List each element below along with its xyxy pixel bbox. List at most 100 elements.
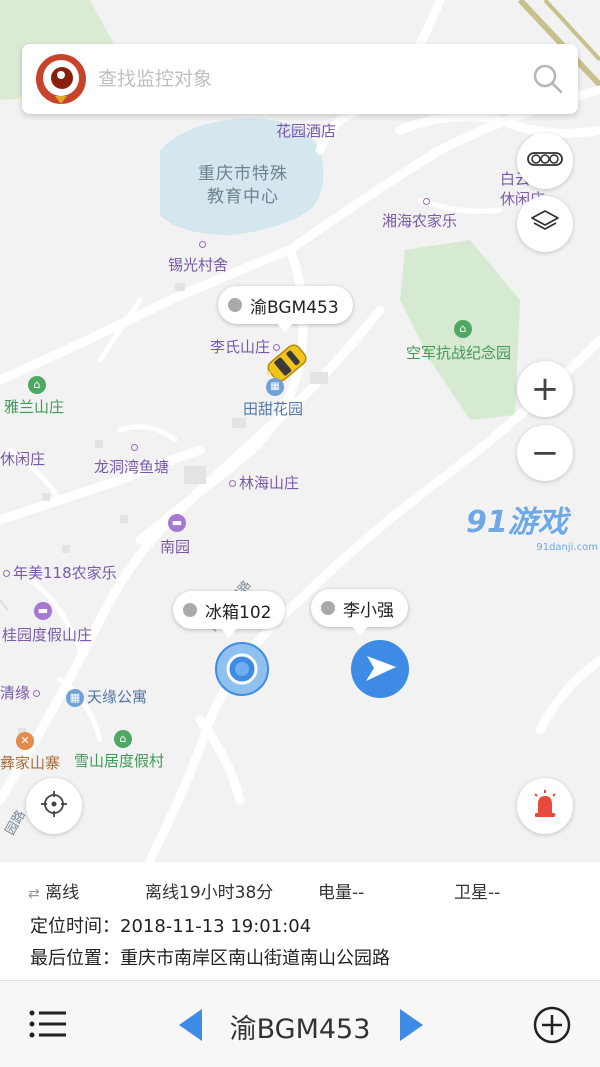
poi-label: 李氏山庄 (210, 338, 271, 356)
poi-yijia: 彝家山寨 ✕ (0, 732, 61, 772)
park-icon: ⌂ (114, 730, 132, 748)
park-icon: ⌂ (28, 376, 46, 394)
status-dot (321, 601, 335, 615)
park-icon: ⌂ (454, 320, 472, 338)
poi-label: 天缘公寓 (87, 688, 148, 706)
zoom-in-button[interactable]: + (517, 361, 573, 417)
traffic-light-icon (527, 151, 563, 171)
search-icon[interactable] (518, 49, 578, 109)
poi-xiguang: 锡光村舍 (168, 241, 229, 274)
offline-duration: 离线19小时38分 (145, 883, 274, 903)
poi-guiyuan: 桂园度假山庄 ▬ (2, 602, 93, 644)
poi-label: 龙洞湾鱼塘 (94, 458, 170, 476)
watermark-domain: 91danji.com (536, 542, 598, 553)
vehicle-label: 渝BGM453 (250, 297, 339, 318)
current-device-name: 渝BGM453 (229, 1014, 371, 1045)
swap-arrows-icon: ⇄ (28, 886, 40, 902)
vehicle-callout-lixiaoqiang[interactable]: 李小强 (311, 589, 408, 636)
locate-me-button[interactable] (26, 778, 82, 834)
search-input[interactable] (98, 68, 518, 90)
last-position-label: 最后位置： (30, 948, 120, 969)
status-dot (183, 603, 197, 617)
bottom-navigation-bar: 渝BGM453 (0, 980, 600, 1067)
hotel-icon: ▬ (168, 514, 186, 532)
poi-xianghai: 湘海农家乐 (382, 198, 458, 230)
map-view[interactable]: 重庆市特殊 教育中心 花园酒店 白云山 休闲庄 湘海农家乐 锡光村舍 李氏山庄 田… (0, 0, 600, 862)
status-dot (228, 298, 242, 312)
connection-status-text: 离线 (45, 883, 80, 903)
poi-label: 空军抗战纪念园 (406, 344, 512, 362)
list-icon (28, 1010, 68, 1045)
poi-tiantian: 田甜花园 (243, 400, 303, 418)
poi-dot-icon (423, 198, 430, 205)
locate-time-value: 2018-11-13 19:01:04 (120, 916, 312, 937)
device-info-panel: ⇄ 离线 离线19小时38分 电量-- 卫星-- 定位时间：2018-11-13… (0, 862, 600, 980)
last-position-row: 最后位置：重庆市南岸区南山街道南山公园路 (30, 944, 390, 970)
siren-icon (530, 789, 560, 823)
navigation-arrow-marker-icon[interactable] (350, 639, 410, 699)
poi-label: 锡光村舍 (168, 256, 229, 274)
poi-nianmei: 年美118农家乐 (0, 564, 117, 582)
poi-label: 花园酒店 (276, 122, 337, 140)
search-bar (22, 44, 578, 114)
app-logo-eye-icon[interactable] (36, 54, 86, 104)
building-icon: ▦ (66, 688, 84, 707)
layers-button[interactable] (517, 196, 573, 252)
restaurant-icon: ✕ (16, 732, 34, 750)
vehicle-callout-bgm453[interactable]: 渝BGM453 (218, 286, 353, 333)
triangle-right-icon (396, 1009, 426, 1047)
watermark-brand: 91游戏 (466, 505, 568, 540)
vehicle-label: 李小强 (343, 600, 394, 621)
vehicle-callout-fridge[interactable]: 冰箱102 (173, 591, 286, 638)
hotel-icon: ▬ (34, 602, 52, 620)
battery-status: 电量-- (318, 883, 365, 903)
traffic-toggle-button[interactable] (517, 133, 573, 189)
poi-label: 雪山居度假村 (74, 752, 165, 770)
poi-xueshan: 雪山居度假村 ⌂ (74, 730, 165, 770)
poi-label: 林海山庄 (239, 474, 300, 492)
watermark: 91游戏 91danji.com (466, 506, 600, 558)
next-device-button[interactable] (396, 1007, 426, 1043)
poi-label: 休闲庄 (0, 450, 46, 468)
map-label-special-ed-center: 重庆市特殊 教育中心 (198, 164, 288, 207)
satellite-status: 卫星-- (454, 883, 501, 903)
poi-label: 清缘 (0, 684, 31, 702)
zoom-in-icon: + (530, 369, 560, 409)
building-icon: ▦ (266, 378, 284, 396)
poi-dot-icon (229, 480, 236, 487)
location-pulse-marker-icon[interactable] (214, 641, 270, 697)
zoom-out-button[interactable]: − (517, 425, 573, 481)
poi-linhai: 林海山庄 (226, 474, 299, 492)
poi-kongjun: 空军抗战纪念园 ⌂ (406, 320, 512, 362)
add-device-button[interactable] (532, 1005, 572, 1045)
last-position-value: 重庆市南岸区南山街道南山公园路 (120, 948, 390, 969)
poi-dot-icon (33, 690, 41, 697)
poi-huayuan-hotel: 花园酒店 (276, 122, 336, 140)
locate-time-label: 定位时间： (30, 916, 120, 937)
poi-dot-icon (199, 241, 206, 248)
poi-nanyuan: 南园 ▬ (160, 514, 191, 556)
poi-qingyuan: 清缘 (0, 684, 43, 702)
poi-label: 彝家山寨 (0, 754, 61, 772)
poi-label: 年美118农家乐 (13, 564, 117, 582)
device-list-button[interactable] (28, 1007, 68, 1041)
poi-yalan: 雅兰山庄 ⌂ (4, 376, 65, 416)
vehicle-label: 冰箱102 (205, 602, 272, 623)
crosshair-icon (39, 789, 69, 823)
poi-tianyuan: ▦ 天缘公寓 (66, 688, 147, 707)
app-root: 重庆市特殊 教育中心 花园酒店 白云山 休闲庄 湘海农家乐 锡光村舍 李氏山庄 田… (0, 0, 600, 1067)
poi-dot-icon (3, 570, 10, 577)
poi-label: 南园 (160, 538, 191, 556)
zoom-out-icon: − (530, 433, 560, 473)
alarm-button[interactable] (517, 778, 573, 834)
poi-longdong: 龙洞湾鱼塘 (94, 444, 170, 476)
poi-xiuxianzhuang: 休闲庄 (0, 450, 45, 468)
locate-time-row: 定位时间：2018-11-13 19:01:04 (30, 912, 311, 938)
poi-label: 田甜花园 (243, 400, 304, 418)
layers-icon (530, 208, 560, 240)
poi-label: 桂园度假山庄 (2, 626, 93, 644)
poi-label: 雅兰山庄 (4, 398, 65, 416)
poi-label: 湘海农家乐 (382, 212, 458, 230)
plus-circle-icon (532, 1006, 572, 1049)
poi-dot-icon (131, 444, 138, 451)
